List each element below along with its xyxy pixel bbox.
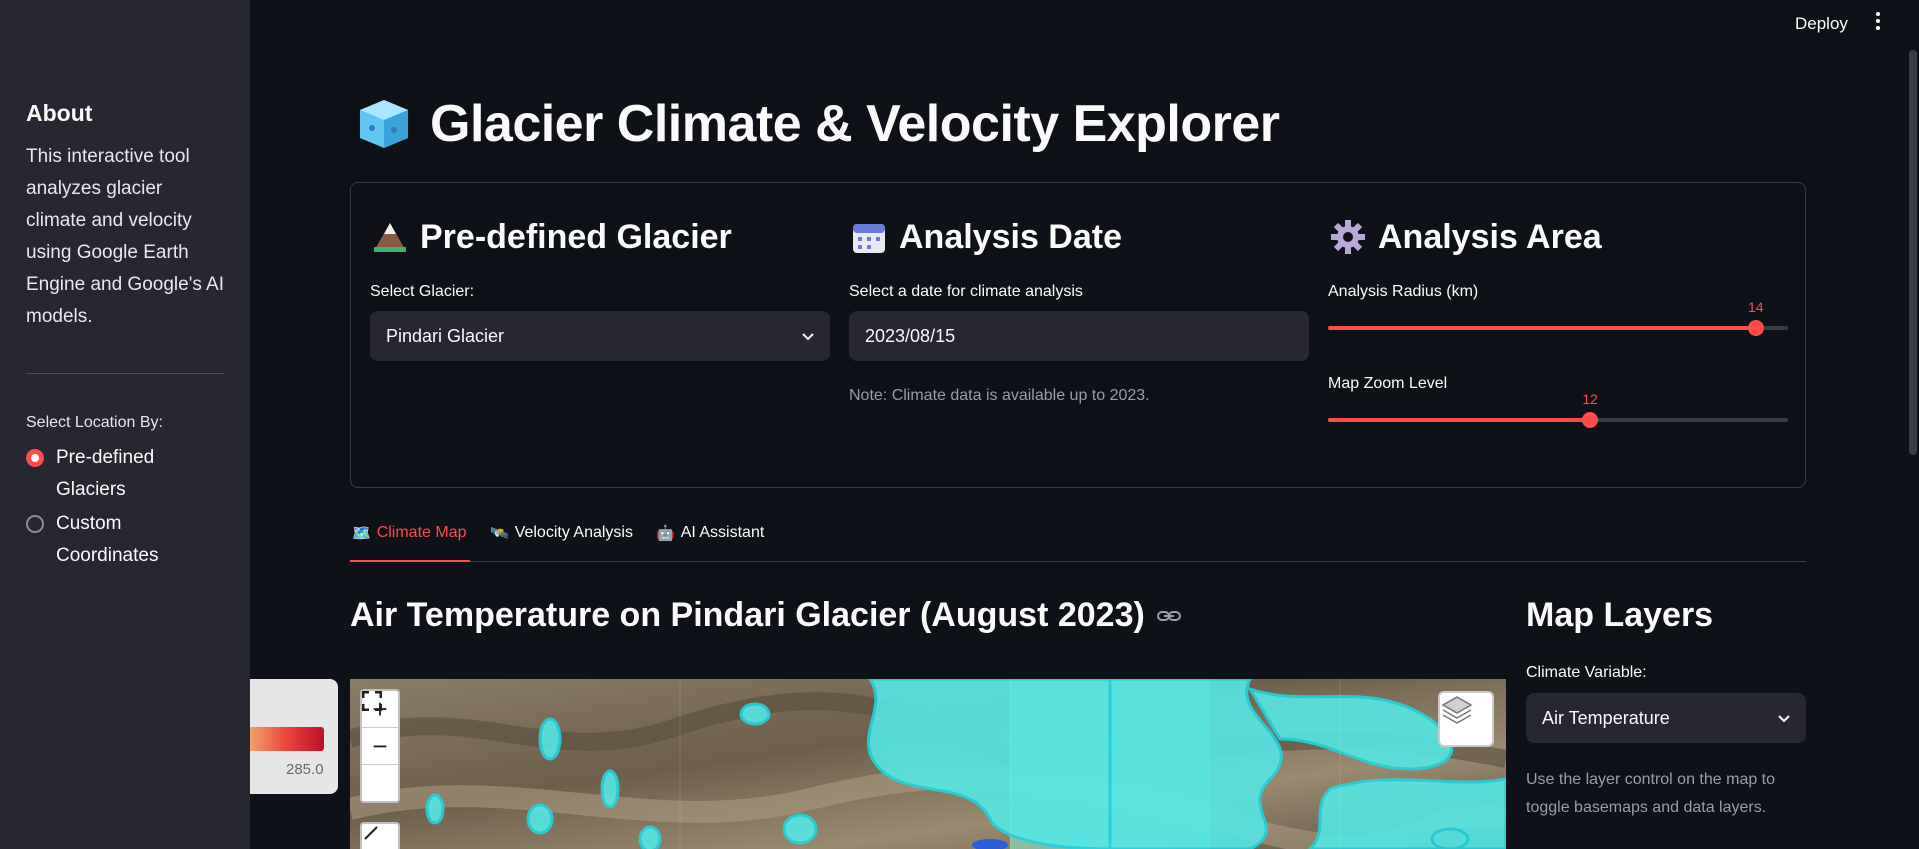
measure-button[interactable] <box>360 822 400 849</box>
tab-velocity-analysis[interactable]: 🛰️ Velocity Analysis <box>490 524 633 542</box>
layer-control-button[interactable] <box>1438 691 1494 747</box>
radius-slider[interactable]: 14 <box>1328 299 1788 345</box>
kebab-menu-icon[interactable] <box>1876 12 1882 33</box>
temperature-legend: 285.0 <box>250 679 338 794</box>
date-heading: Analysis Date <box>849 217 1309 257</box>
map-icon: 🗺️ <box>352 525 371 542</box>
radio-unselected-icon[interactable] <box>26 515 44 533</box>
area-heading-text: Analysis Area <box>1378 217 1602 256</box>
radio-custom-coordinates[interactable]: Custom Coordinates <box>26 508 224 572</box>
fullscreen-button[interactable] <box>362 691 398 801</box>
date-input-value: 2023/08/15 <box>865 325 956 346</box>
radio-label: Pre-defined Glaciers <box>56 447 155 500</box>
radius-slider-handle[interactable] <box>1747 320 1764 336</box>
climate-variable-select[interactable]: Air Temperature <box>1526 693 1806 743</box>
legend-color-bar <box>250 727 324 751</box>
zoom-slider-handle[interactable] <box>1582 412 1599 428</box>
scrollbar[interactable] <box>1909 50 1917 455</box>
area-heading: Analysis Area <box>1328 217 1788 257</box>
glacier-heading: Pre-defined Glacier <box>370 217 830 257</box>
climate-variable-label: Climate Variable: <box>1526 664 1647 681</box>
date-column: Analysis Date Select a date for climate … <box>849 217 1309 405</box>
glacier-heading-text: Pre-defined Glacier <box>420 217 732 256</box>
radio-label: Custom Coordinates <box>56 513 159 566</box>
tab-bar: 🗺️ Climate Map 🛰️ Velocity Analysis 🤖 AI… <box>350 518 1806 562</box>
robot-icon: 🤖 <box>656 525 675 542</box>
area-column: Analysis Area Analysis Radius (km) 14 Ma… <box>1328 217 1788 437</box>
zoom-slider-value: 12 <box>1582 391 1598 407</box>
glacier-select-value: Pindari Glacier <box>386 325 505 346</box>
date-input-label: Select a date for climate analysis <box>849 283 1083 300</box>
radio-selected-icon[interactable] <box>26 449 44 467</box>
section-title: Air Temperature on Pindari Glacier (Augu… <box>350 596 1181 635</box>
glacier-column: Pre-defined Glacier Select Glacier: Pind… <box>370 217 830 361</box>
location-label: Select Location By: <box>26 414 163 431</box>
satellite-basemap <box>350 679 1506 849</box>
zoom-out-button[interactable]: − <box>362 728 398 765</box>
gear-icon <box>1331 220 1365 254</box>
tab-label: Velocity Analysis <box>514 524 633 541</box>
date-heading-text: Analysis Date <box>899 217 1122 256</box>
tab-ai-assistant[interactable]: 🤖 AI Assistant <box>656 524 764 542</box>
sidebar: About This interactive tool analyzes gla… <box>0 0 250 849</box>
about-text: This interactive tool analyzes glacier c… <box>26 146 224 327</box>
map-layers-note: Use the layer control on the map to togg… <box>1526 771 1776 816</box>
controls-panel: Pre-defined Glacier Select Glacier: Pind… <box>350 182 1806 488</box>
ice-cube-icon <box>360 100 408 148</box>
fullscreen-icon <box>362 691 382 711</box>
glacier-select[interactable]: Pindari Glacier <box>370 311 830 361</box>
sidebar-divider <box>26 373 224 374</box>
chevron-down-icon <box>1778 715 1790 723</box>
mountain-icon <box>374 223 406 252</box>
map-zoom-control: + − <box>360 689 400 803</box>
zoom-slider[interactable]: 12 <box>1328 391 1788 437</box>
section-title-text: Air Temperature on Pindari Glacier (Augu… <box>350 596 1145 634</box>
chevron-down-icon <box>802 333 814 341</box>
tab-climate-map[interactable]: 🗺️ Climate Map <box>352 524 467 542</box>
measure-icon <box>364 826 378 840</box>
radius-slider-label: Analysis Radius (km) <box>1328 283 1479 300</box>
layers-icon <box>1441 696 1473 724</box>
title-text: Glacier Climate & Velocity Explorer <box>430 95 1280 153</box>
climate-variable-select-wrap: Air Temperature <box>1526 693 1806 743</box>
link-icon[interactable] <box>1156 609 1181 623</box>
climate-map[interactable]: + − <box>350 679 1506 849</box>
tab-label: AI Assistant <box>680 524 765 541</box>
radius-slider-value: 14 <box>1748 299 1764 315</box>
about-title: About <box>26 100 93 126</box>
climate-variable-value: Air Temperature <box>1542 707 1670 728</box>
calendar-icon <box>853 224 885 253</box>
deploy-button[interactable]: Deploy <box>1795 14 1848 34</box>
map-layers-title: Map Layers <box>1526 596 1714 634</box>
legend-max-value: 285.0 <box>286 761 324 778</box>
radio-predefined-glaciers[interactable]: Pre-defined Glaciers <box>26 442 224 506</box>
page-title: Glacier Climate & Velocity Explorer <box>356 94 1280 154</box>
date-note: Note: Climate data is available up to 20… <box>849 387 1150 404</box>
glacier-select-label: Select Glacier: <box>370 283 475 300</box>
zoom-slider-label: Map Zoom Level <box>1328 375 1448 392</box>
tab-label: Climate Map <box>376 524 467 541</box>
active-tab-indicator <box>350 560 470 562</box>
date-input[interactable]: 2023/08/15 <box>849 311 1309 361</box>
satellite-icon: 🛰️ <box>490 525 509 542</box>
